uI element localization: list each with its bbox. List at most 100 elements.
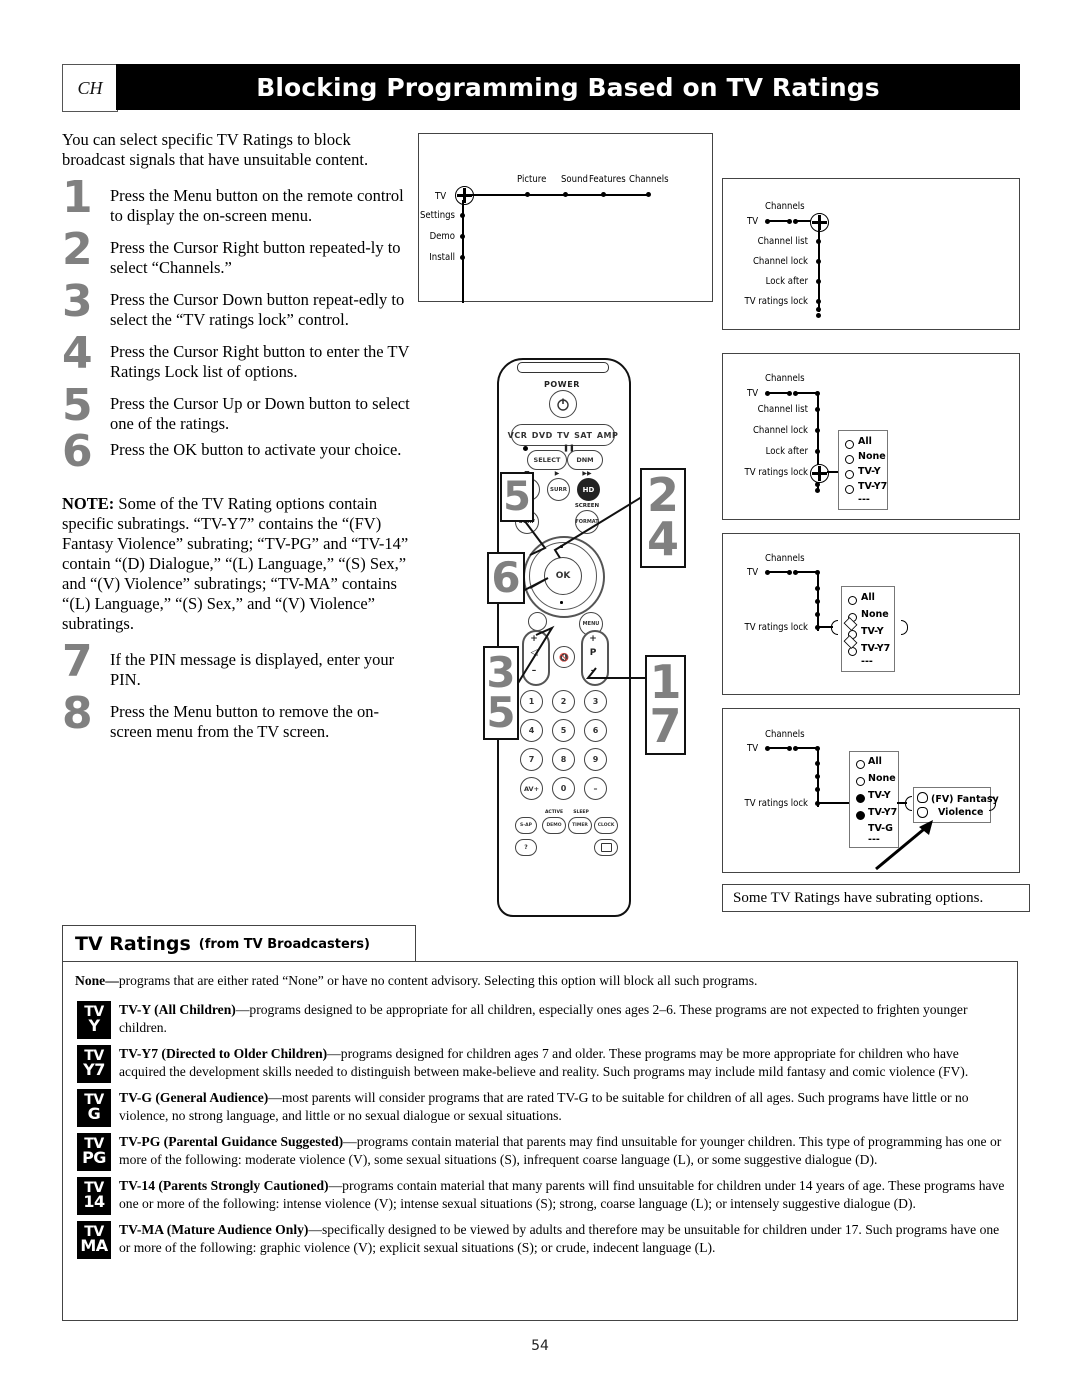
sap-button[interactable]: S-AP <box>515 817 537 834</box>
rating-bold: None— <box>75 973 119 988</box>
cursor-down-icon[interactable] <box>560 601 563 604</box>
key-av-plus[interactable]: AV+ <box>520 777 543 800</box>
option-all[interactable]: All <box>868 756 882 767</box>
option-tv-y7[interactable]: TV-Y7 <box>858 481 887 492</box>
radio-all-icon[interactable] <box>848 596 857 605</box>
ok-button[interactable]: OK <box>544 557 582 595</box>
diagram5-dot <box>787 746 792 751</box>
demo-button[interactable]: DEMO <box>542 817 566 834</box>
radio-all-icon[interactable] <box>845 440 854 449</box>
rating-bold: TV-G (General Audience) <box>119 1090 269 1105</box>
callout-digit: 5 <box>486 688 516 737</box>
rating-desc: —programs designed to be appropriate for… <box>119 1002 968 1035</box>
timer-button[interactable]: TIMER <box>568 817 592 834</box>
key-7[interactable]: 7 <box>520 748 543 771</box>
diagram3-hline <box>797 392 817 394</box>
rating-text: TV-Y (All Children)—programs designed to… <box>119 1001 1005 1036</box>
diagram-select-rating: Channels TV TV ratings lock All None TV-… <box>722 533 1020 695</box>
key-4[interactable]: 4 <box>520 719 543 742</box>
diagram5-root-label: TV <box>747 743 759 754</box>
diagram4-options-box: All None TV-Y TV-Y7 --- <box>841 586 895 672</box>
key-2[interactable]: 2 <box>552 690 575 713</box>
mute-button[interactable]: 🔇 <box>553 646 575 668</box>
dnm-button[interactable]: DNM <box>567 450 603 470</box>
format-button[interactable]: FORMAT <box>575 510 599 534</box>
volume-plus-label[interactable]: + <box>522 634 546 644</box>
record-indicator-icon <box>523 446 528 451</box>
remote-ir-slot <box>517 362 609 373</box>
key-0[interactable]: 0 <box>552 777 575 800</box>
radio-tvy-icon[interactable] <box>845 470 854 479</box>
key-6[interactable]: 6 <box>584 719 607 742</box>
aux-button-left[interactable] <box>528 612 547 631</box>
option-tv-y[interactable]: TV-Y <box>868 790 891 801</box>
option-none[interactable]: None <box>868 773 896 784</box>
diagram4-branch-label: Channels <box>765 553 805 564</box>
radio-tvy7-icon[interactable] <box>845 485 854 494</box>
mode-amp[interactable]: AMP <box>597 431 619 440</box>
subrating-cursor-down-icon[interactable] <box>917 807 928 818</box>
mode-sat[interactable]: SAT <box>574 431 592 440</box>
mode-button-row[interactable]: VCR DVD TV SAT AMP <box>508 424 618 446</box>
key-dash[interactable]: – <box>584 777 607 800</box>
mode-dvd[interactable]: DVD <box>532 431 553 440</box>
surround-button[interactable]: SURR <box>547 478 570 501</box>
key-3[interactable]: 3 <box>584 690 607 713</box>
callout-digit: 7 <box>649 699 682 753</box>
step-text: Press the Cursor Down button repeat-edly… <box>110 290 405 329</box>
step-number: 1 <box>62 172 93 223</box>
radio-none-icon[interactable] <box>845 455 854 464</box>
step-7: 7 If the PIN message is displayed, enter… <box>62 640 412 692</box>
diagram1-item-sound: Sound <box>561 174 588 185</box>
hd-button[interactable]: HD <box>577 478 600 501</box>
ratings-subtitle: (from TV Broadcasters) <box>198 936 370 952</box>
select-button[interactable]: SELECT <box>527 450 567 470</box>
mode-tv[interactable]: TV <box>557 431 570 440</box>
option-tv-y[interactable]: TV-Y <box>858 466 881 477</box>
option-none[interactable]: None <box>861 609 889 620</box>
diagram4-dot <box>815 599 820 604</box>
radio-tvy-icon[interactable] <box>856 794 865 803</box>
screen-toggle-button[interactable] <box>594 839 618 856</box>
screen-icon <box>600 843 612 852</box>
page-title: Blocking Programming Based on TV Ratings <box>256 72 880 102</box>
diagram1-dot <box>563 192 568 197</box>
radio-none-icon[interactable] <box>856 777 865 786</box>
diagram4-hline <box>797 571 817 573</box>
rating-row-tv-y7: TV Y7 TV-Y7 (Directed to Older Children)… <box>75 1045 1005 1083</box>
program-minus-label[interactable]: – <box>581 666 605 676</box>
option-tv-y7[interactable]: TV-Y7 <box>861 643 890 654</box>
logo-line2: MA <box>80 1236 108 1256</box>
volume-minus-label[interactable]: – <box>522 666 546 676</box>
diagram3-item-channel-list: Channel list <box>757 404 808 415</box>
key-8[interactable]: 8 <box>552 748 575 771</box>
diagram2-item-channel-lock: Channel lock <box>752 256 808 267</box>
option-tv-y7[interactable]: TV-Y7 <box>868 807 897 818</box>
help-button[interactable]: ? <box>515 839 537 856</box>
key-1[interactable]: 1 <box>520 690 543 713</box>
step-text: Press the OK button to activate your cho… <box>110 440 402 459</box>
option-none[interactable]: None <box>858 451 886 462</box>
option-all[interactable]: All <box>861 592 875 603</box>
option-all[interactable]: All <box>858 436 872 447</box>
clock-button[interactable]: CLOCK <box>594 817 618 834</box>
rating-row-tv-ma: TV MA TV-MA (Mature Audience Only)—speci… <box>75 1221 1005 1259</box>
radio-all-icon[interactable] <box>856 760 865 769</box>
diagram3-item-lock-after: Lock after <box>765 446 808 457</box>
rating-bold: TV-14 (Parents Strongly Cautioned) <box>119 1178 329 1193</box>
program-plus-label[interactable]: + <box>581 634 605 644</box>
step-6: 6 Press the OK button to activate your c… <box>62 430 412 482</box>
mode-vcr[interactable]: VCR <box>508 431 528 440</box>
radio-tvy7-icon[interactable] <box>848 647 857 656</box>
radio-tvy7-icon[interactable] <box>856 811 865 820</box>
callout-digit: 5 <box>503 474 531 520</box>
diagram3-item-tv-ratings-lock: TV ratings lock <box>744 467 808 478</box>
step-number: 8 <box>62 688 93 739</box>
diagram3-dot <box>787 391 792 396</box>
cursor-up-icon[interactable] <box>560 545 563 548</box>
option-tv-y[interactable]: TV-Y <box>861 626 884 637</box>
power-button[interactable] <box>549 390 577 418</box>
subrating-cursor-up-icon[interactable] <box>917 792 928 803</box>
key-5[interactable]: 5 <box>552 719 575 742</box>
key-9[interactable]: 9 <box>584 748 607 771</box>
